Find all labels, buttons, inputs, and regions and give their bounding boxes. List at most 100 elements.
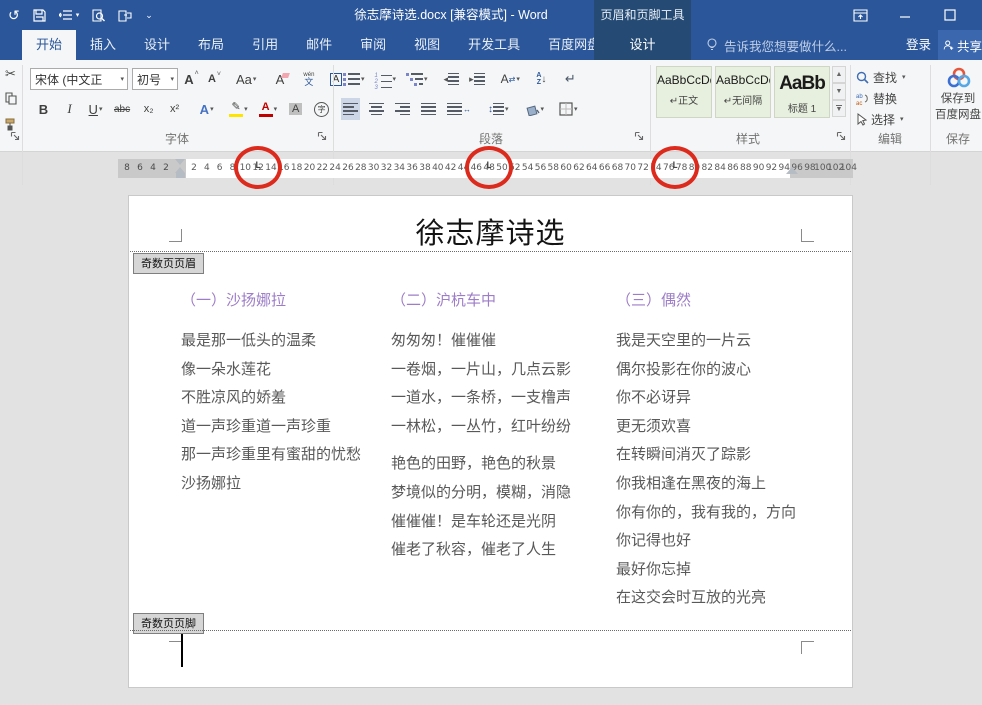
tab-3[interactable]: 设计 — [130, 30, 184, 60]
poem-line[interactable]: 道一声珍重道一声珍重 — [181, 413, 361, 442]
shading-button[interactable]: ▾ — [524, 98, 547, 120]
font-color-button[interactable]: A▾ — [257, 98, 280, 120]
minimize-icon[interactable] — [888, 0, 922, 30]
poem-line[interactable]: 在转瞬间消灭了踪影 — [616, 441, 796, 470]
asian-layout-button[interactable]: A⇄▾ — [499, 68, 522, 90]
decrease-indent-button[interactable]: ◂ — [442, 68, 462, 90]
poem-line[interactable]: 你我相逢在黑夜的海上 — [616, 470, 796, 499]
new-window-icon[interactable] — [118, 9, 132, 22]
sort-button[interactable]: AZ↓ — [532, 68, 551, 90]
poem-title[interactable]: （二）沪杭车中 — [391, 289, 571, 310]
line-spacing-button[interactable]: ↕▾ — [486, 98, 511, 120]
styles-scroll-down-button[interactable]: ▼ — [832, 83, 846, 100]
find-button[interactable]: 查找▾ — [856, 66, 906, 88]
poem-line[interactable]: 最好你忘掉 — [616, 556, 796, 585]
numbering-button[interactable]: 123▾ — [373, 68, 399, 90]
tab-2[interactable]: 插入 — [76, 30, 130, 60]
subscript-button[interactable]: x₂ — [139, 98, 158, 120]
tab-6[interactable]: 邮件 — [292, 30, 346, 60]
poem-line[interactable]: 艳色的田野，艳色的秋景 — [391, 450, 571, 479]
grow-font-button[interactable]: A˄ — [182, 68, 201, 90]
poem-line[interactable]: 像一朵水莲花 — [181, 356, 361, 385]
style-card-2[interactable]: AaBbCcDd↵无间隔 — [715, 66, 771, 118]
enclose-characters-button[interactable]: 字 — [312, 98, 331, 120]
poem-line[interactable]: 一卷烟，一片山，几点云影 — [391, 356, 571, 385]
multilevel-list-button[interactable]: ▾ — [404, 68, 430, 90]
left-indent-marker[interactable] — [176, 173, 185, 178]
poem-line[interactable]: 不胜凉风的娇羞 — [181, 384, 361, 413]
poem-line[interactable]: 在这交会时互放的光亮 — [616, 584, 796, 613]
font-size-select[interactable]: 初号▾ — [132, 68, 178, 90]
poem-title[interactable]: （一）沙扬娜拉 — [181, 289, 361, 310]
poem-line[interactable]: 那一声珍重里有蜜甜的忧愁 — [181, 441, 361, 470]
align-right-button[interactable] — [393, 98, 412, 120]
odd-page-header-tag[interactable]: 奇数页页眉 — [133, 253, 204, 274]
tab-4[interactable]: 布局 — [184, 30, 238, 60]
poem-line[interactable]: 一道水，一条桥，一支橹声 — [391, 384, 571, 413]
poem-line[interactable]: 催催催！是车轮还是光阴 — [391, 508, 571, 537]
phonetic-guide-button[interactable]: wén文 — [299, 68, 318, 90]
text-effects-button[interactable]: A▾ — [197, 98, 216, 120]
poem-line[interactable]: 你有你的，我有我的，方向 — [616, 499, 796, 528]
italic-button[interactable]: I — [60, 98, 79, 120]
document-page[interactable]: 徐志摩诗选 奇数页页眉 （一）沙扬娜拉最是那一低头的温柔像一朵水莲花不胜凉风的娇… — [128, 195, 853, 688]
justify-button[interactable] — [419, 98, 438, 120]
horizontal-ruler[interactable]: 8642246810121416182022242628303234363840… — [0, 152, 982, 185]
highlight-color-button[interactable]: ✎▾ — [227, 98, 250, 120]
clipboard-dialog-launcher[interactable] — [10, 131, 22, 143]
increase-indent-button[interactable]: ▸ — [467, 68, 487, 90]
right-indent-marker[interactable] — [786, 167, 798, 174]
print-preview-icon[interactable] — [92, 9, 105, 22]
clear-formatting-button[interactable]: A — [270, 68, 289, 90]
poem-line[interactable]: 匆匆匆！催催催 — [391, 327, 571, 356]
poem-line[interactable]: 沙扬娜拉 — [181, 470, 361, 499]
poem-title[interactable]: （三）偶然 — [616, 289, 796, 310]
change-case-button[interactable]: Aa▾ — [234, 68, 258, 90]
poem-line[interactable]: 催老了秋容，催老了人生 — [391, 536, 571, 565]
character-shading-button[interactable]: A — [286, 98, 305, 120]
underline-button[interactable]: U▾ — [86, 98, 105, 120]
format-painter-button[interactable] — [4, 118, 17, 131]
poem-line[interactable]: 最是那一低头的温柔 — [181, 327, 361, 356]
show-hide-marks-button[interactable]: ↵ — [561, 68, 580, 90]
tell-me-box[interactable]: 告诉我您想要做什么... — [706, 30, 847, 60]
styles-dialog-launcher[interactable] — [836, 131, 848, 143]
cut-button[interactable]: ✂ — [5, 66, 16, 82]
tab-8[interactable]: 视图 — [400, 30, 454, 60]
poem-line[interactable]: 一林松，一丛竹，红叶纷纷 — [391, 413, 571, 442]
signin-button[interactable]: 登录 — [906, 30, 931, 60]
ribbon-display-options-icon[interactable] — [843, 0, 877, 30]
save-icon[interactable] — [33, 9, 46, 22]
select-button[interactable]: 选择▾ — [856, 108, 904, 130]
first-line-indent-marker[interactable] — [175, 159, 185, 165]
share-button[interactable]: 共享 — [938, 30, 982, 60]
styles-scroll-up-button[interactable]: ▲ — [832, 66, 846, 83]
paragraph-dialog-launcher[interactable] — [634, 131, 646, 143]
tab-1[interactable]: 开始 — [22, 30, 76, 60]
tab-5[interactable]: 引用 — [238, 30, 292, 60]
style-card-3[interactable]: AaBb标题 1 — [774, 66, 830, 118]
bold-button[interactable]: B — [34, 98, 53, 120]
copy-button[interactable] — [5, 92, 17, 105]
align-center-button[interactable] — [367, 98, 386, 120]
distribute-button[interactable]: ↔ — [445, 98, 473, 120]
font-dialog-launcher[interactable] — [317, 131, 329, 143]
superscript-button[interactable]: x² — [165, 98, 184, 120]
shrink-font-button[interactable]: A˅ — [205, 68, 224, 90]
tab-7[interactable]: 审阅 — [346, 30, 400, 60]
borders-button[interactable]: ▾ — [557, 98, 580, 120]
poem-line[interactable]: 我是天空里的一片云 — [616, 327, 796, 356]
align-left-button[interactable] — [341, 98, 360, 120]
font-name-select[interactable]: 宋体 (中文正▾ — [30, 68, 128, 90]
list-arrow-icon[interactable]: ▾ — [59, 9, 80, 21]
style-card-1[interactable]: AaBbCcDd↵正文 — [656, 66, 712, 118]
document-header-title[interactable]: 徐志摩诗选 — [129, 210, 852, 252]
tab-design-contextual[interactable]: 设计 — [594, 30, 691, 60]
replace-button[interactable]: abac替换 — [856, 87, 897, 109]
poem-line[interactable]: 你记得也好 — [616, 527, 796, 556]
poem-line[interactable]: 偶尔投影在你的波心 — [616, 356, 796, 385]
styles-more-button[interactable]: ▼ — [832, 100, 846, 117]
poem-line[interactable]: 你不必讶异 — [616, 384, 796, 413]
undo-icon[interactable]: ↺ — [8, 8, 20, 22]
tab-9[interactable]: 开发工具 — [454, 30, 534, 60]
